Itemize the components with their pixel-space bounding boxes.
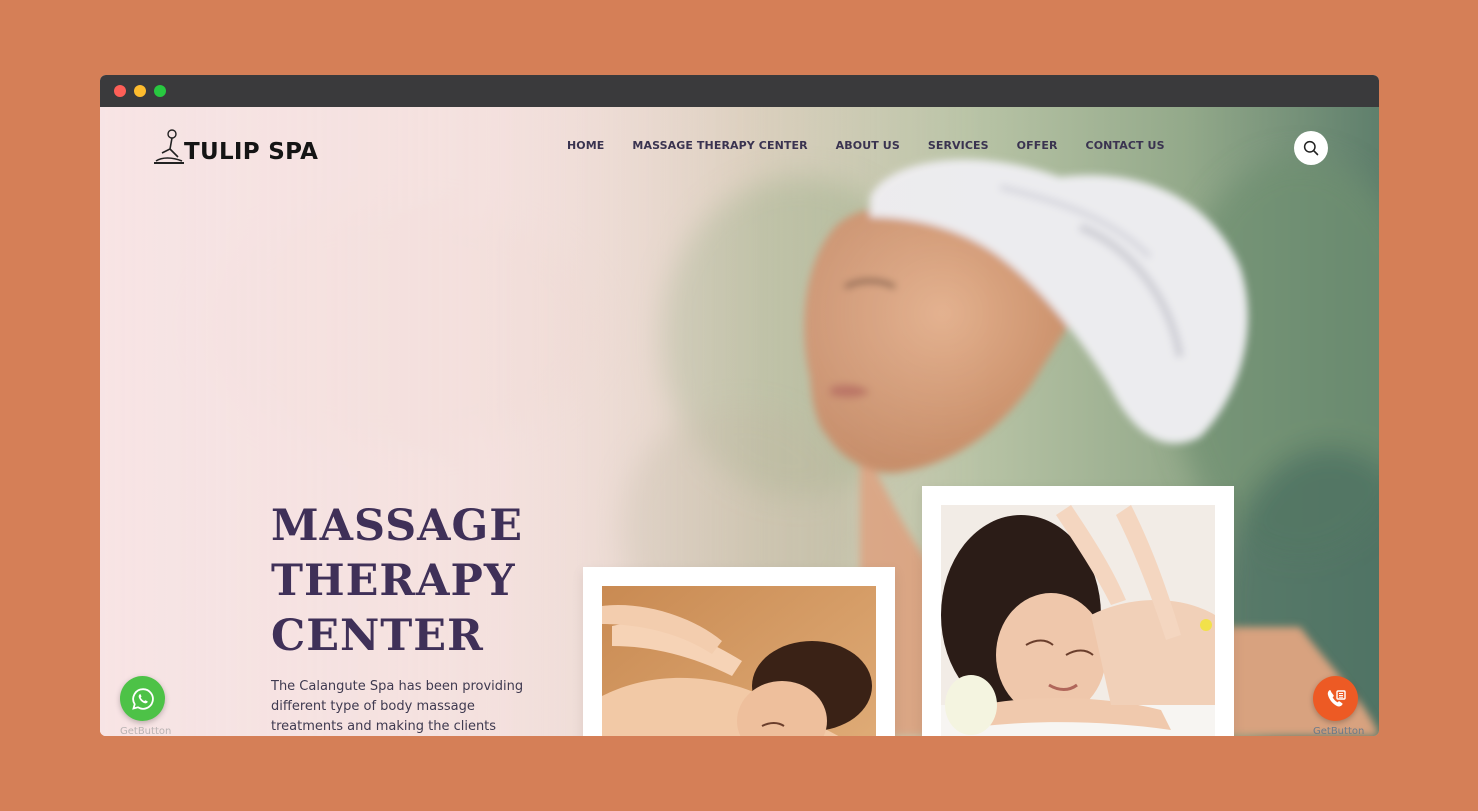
main-navigation: HOME MASSAGE THERAPY CENTER ABOUT US SER… bbox=[567, 139, 1193, 152]
nav-about-us[interactable]: ABOUT US bbox=[836, 139, 900, 152]
web-page: TULIP SPA HOME MASSAGE THERAPY CENTER AB… bbox=[100, 107, 1379, 736]
massage-photo-card-1 bbox=[583, 567, 895, 736]
brand-name: TULIP SPA bbox=[184, 139, 319, 165]
title-bar bbox=[100, 75, 1379, 107]
nav-home[interactable]: HOME bbox=[567, 139, 604, 152]
nav-services[interactable]: SERVICES bbox=[928, 139, 989, 152]
search-button[interactable] bbox=[1294, 131, 1328, 165]
minimize-window-button[interactable] bbox=[134, 85, 146, 97]
hero-description: The Calangute Spa has been providing dif… bbox=[271, 679, 524, 734]
getbutton-label-left: GetButton bbox=[120, 726, 172, 736]
back-massage-photo bbox=[602, 586, 876, 736]
close-window-button[interactable] bbox=[114, 85, 126, 97]
massage-logo-icon bbox=[154, 129, 184, 164]
search-icon bbox=[1303, 140, 1319, 156]
whatsapp-button[interactable] bbox=[120, 676, 165, 721]
whatsapp-icon bbox=[131, 687, 154, 710]
site-logo[interactable]: TULIP SPA bbox=[152, 127, 318, 167]
shoulder-massage-photo bbox=[941, 505, 1215, 736]
nav-massage-therapy-center[interactable]: MASSAGE THERAPY CENTER bbox=[632, 139, 807, 152]
call-button[interactable] bbox=[1313, 676, 1358, 721]
massage-photo-card-2 bbox=[922, 486, 1234, 736]
browser-window: TULIP SPA HOME MASSAGE THERAPY CENTER AB… bbox=[100, 75, 1379, 736]
hero-title: MASSAGE THERAPY CENTER bbox=[271, 501, 523, 661]
nav-contact-us[interactable]: CONTACT US bbox=[1086, 139, 1165, 152]
phone-icon bbox=[1327, 689, 1346, 706]
maximize-window-button[interactable] bbox=[154, 85, 166, 97]
nav-offer[interactable]: OFFER bbox=[1017, 139, 1058, 152]
getbutton-label-right: GetButton bbox=[1313, 726, 1365, 736]
